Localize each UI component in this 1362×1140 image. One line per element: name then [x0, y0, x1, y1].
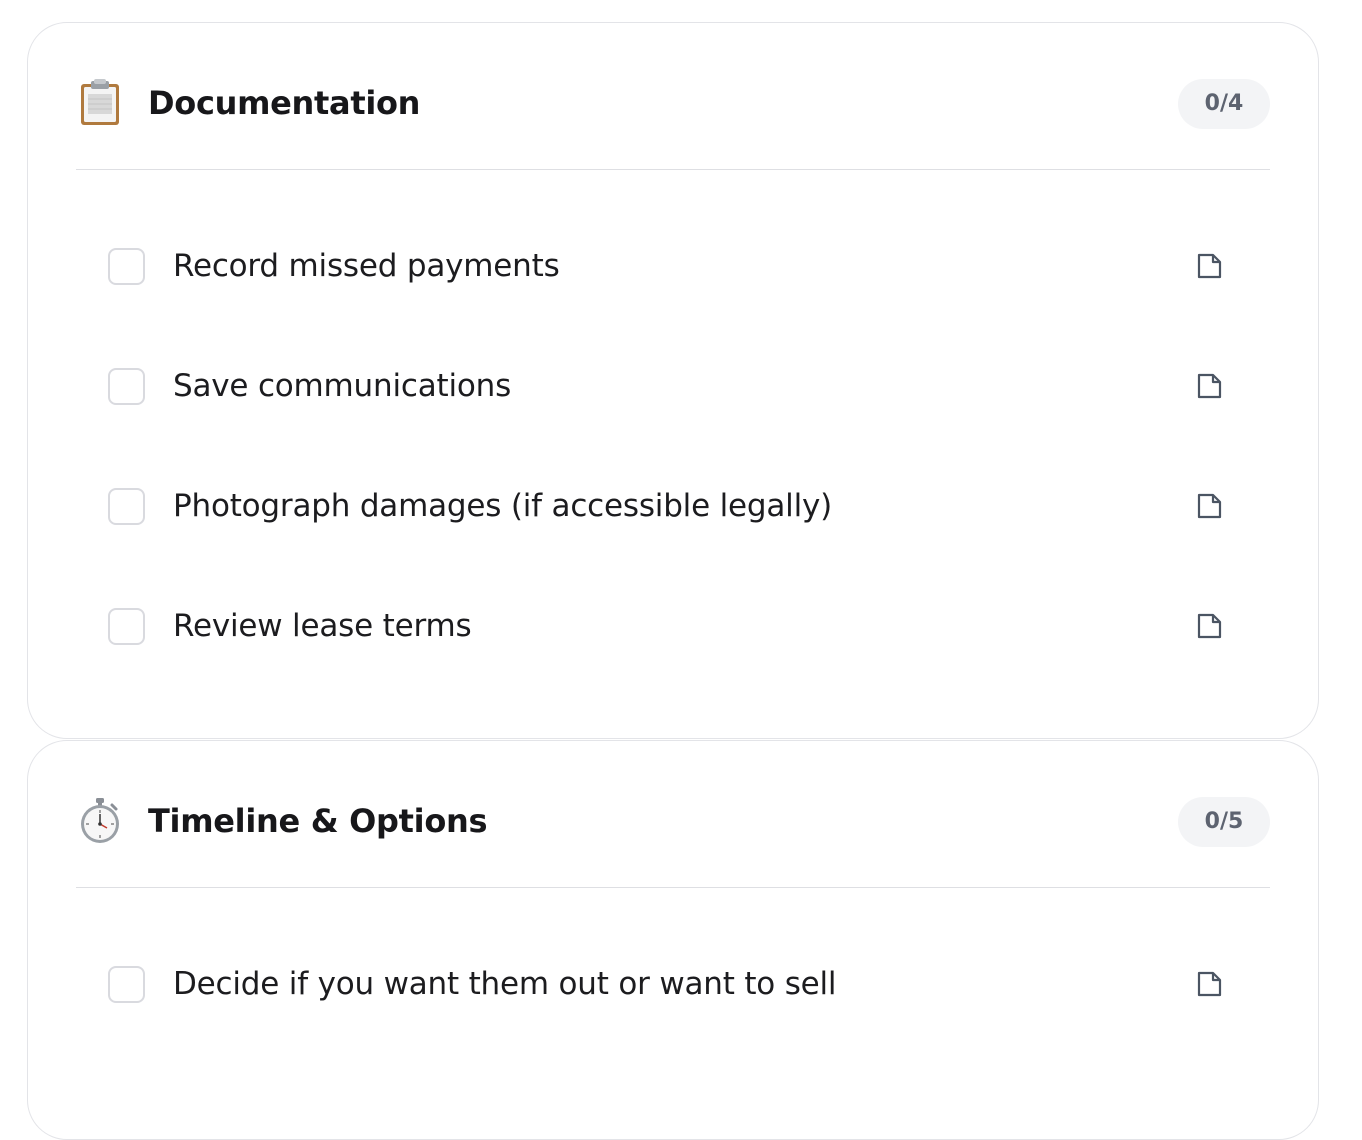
section-title: Timeline & Options: [148, 802, 488, 840]
list-item: Record missed payments: [108, 238, 1238, 298]
task-label: Photograph damages (if accessible legall…: [173, 488, 833, 524]
task-label: Decide if you want them out or want to s…: [173, 966, 837, 1002]
note-icon[interactable]: [1194, 371, 1224, 401]
task-checkbox[interactable]: [108, 966, 145, 1003]
section-card-timeline-options: Timeline & Options 0/5 Decide if you wan…: [27, 740, 1319, 1140]
section-title: Documentation: [148, 84, 421, 122]
task-checkbox[interactable]: [108, 248, 145, 285]
progress-count-badge: 0/4: [1178, 79, 1270, 129]
list-item: Review lease terms: [108, 598, 1238, 658]
task-label: Review lease terms: [173, 608, 472, 644]
task-checkbox[interactable]: [108, 488, 145, 525]
section-card-documentation: Documentation 0/4 Record missed payments…: [27, 22, 1319, 739]
list-item: Save communications: [108, 358, 1238, 418]
section-header[interactable]: Timeline & Options 0/5: [76, 741, 1270, 888]
note-icon[interactable]: [1194, 611, 1224, 641]
progress-count-badge: 0/5: [1178, 797, 1270, 847]
task-label: Record missed payments: [173, 248, 560, 284]
section-header[interactable]: Documentation 0/4: [76, 23, 1270, 170]
stopwatch-icon: [76, 797, 124, 845]
list-item: Photograph damages (if accessible legall…: [108, 478, 1238, 538]
note-icon[interactable]: [1194, 251, 1224, 281]
note-icon[interactable]: [1194, 969, 1224, 999]
task-label: Save communications: [173, 368, 512, 404]
task-checkbox[interactable]: [108, 368, 145, 405]
task-checkbox[interactable]: [108, 608, 145, 645]
clipboard-icon: [76, 79, 124, 127]
note-icon[interactable]: [1194, 491, 1224, 521]
list-item: Decide if you want them out or want to s…: [108, 956, 1238, 1016]
